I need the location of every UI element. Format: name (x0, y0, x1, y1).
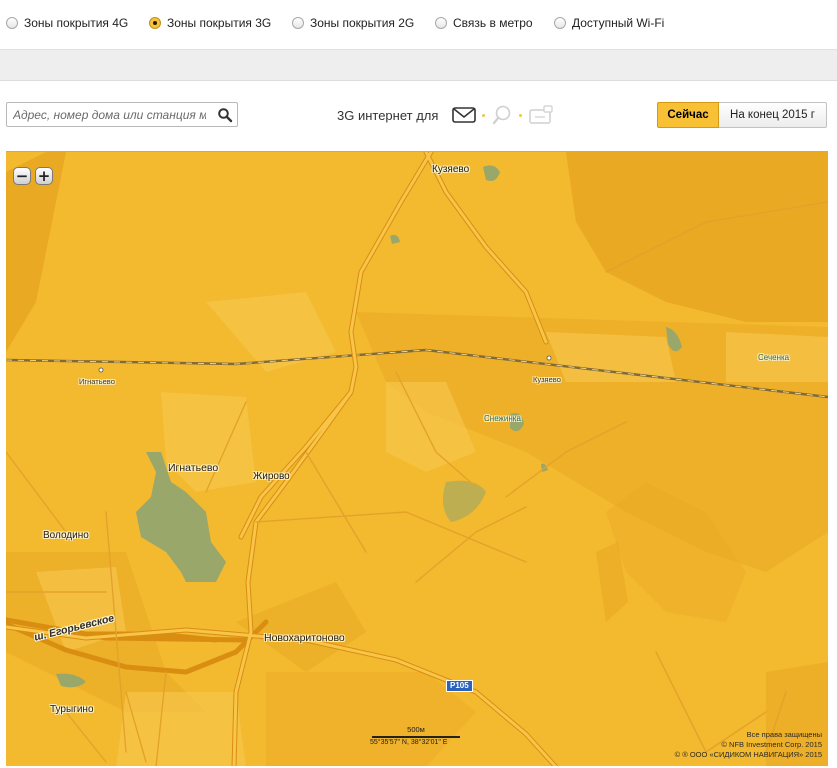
radio-icon[interactable] (435, 17, 447, 29)
town-label: Новохаритоново (264, 632, 345, 644)
radio-selected-icon[interactable] (149, 17, 161, 29)
zoom-in-label: + (37, 166, 51, 185)
copyright-line: Все права защищены (746, 730, 822, 739)
divider-band (0, 50, 837, 81)
tab-3g-label: Зоны покрытия 3G (167, 16, 272, 30)
tab-wifi[interactable]: Доступный Wi-Fi (554, 16, 664, 30)
tab-2g-label: Зоны покрытия 2G (310, 16, 415, 30)
now-button[interactable]: Сейчас (657, 102, 719, 128)
scale-label: 500м (407, 725, 425, 734)
tab-metro-label: Связь в метро (453, 16, 533, 30)
coverage-tabs: Зоны покрытия 4G Зоны покрытия 3G Зоны п… (0, 0, 837, 50)
search-box (6, 102, 238, 127)
town-label: Игнатьево (168, 462, 219, 474)
scale-bar: 500м 55°35'57" N, 38°32'01" E (370, 725, 462, 747)
coordinates-readout: 55°35'57" N, 38°32'01" E (370, 739, 448, 746)
time-toggle: Сейчас На конец 2015 г (657, 102, 827, 128)
coverage-map[interactable]: − + Кузяево Игнатьево Кузяево Сеченка Сн… (6, 151, 828, 766)
town-label: Володино (43, 530, 89, 541)
radio-icon[interactable] (6, 17, 18, 29)
tab-3g[interactable]: Зоны покрытия 3G (149, 16, 271, 30)
tab-metro[interactable]: Связь в метро (435, 16, 533, 30)
station-label: Кузяево (533, 375, 561, 384)
tab-4g-label: Зоны покрытия 4G (24, 16, 129, 30)
tab-wifi-label: Доступный Wi-Fi (572, 16, 665, 30)
end-2015-button[interactable]: На конец 2015 г (719, 102, 827, 128)
search-icon[interactable] (217, 107, 233, 123)
promo-label: 3G интернет для (337, 108, 439, 123)
map-canvas[interactable] (6, 152, 828, 766)
copyright-line: © NFB Investment Corp. 2015 (721, 740, 822, 749)
search-input[interactable] (7, 103, 212, 126)
route-badge: Р105 (446, 680, 473, 692)
town-label: Турыгино (50, 704, 94, 715)
search-icon[interactable] (491, 104, 513, 126)
zoom-in-button[interactable]: + (35, 167, 53, 185)
separator-dot (519, 113, 522, 117)
radio-icon[interactable] (554, 17, 566, 29)
mail-icon[interactable] (452, 106, 476, 124)
tv-icon[interactable] (528, 105, 554, 125)
station-label: Игнатьево (79, 377, 115, 386)
separator-dot (482, 113, 485, 117)
place-label: Кузяево (432, 164, 470, 175)
town-label: Жирово (253, 471, 290, 482)
tab-4g[interactable]: Зоны покрытия 4G (6, 16, 128, 30)
lake-label: Снежинка (484, 414, 521, 423)
tab-2g[interactable]: Зоны покрытия 2G (292, 16, 414, 30)
zoom-out-button[interactable]: − (13, 167, 31, 185)
promo-icons (452, 104, 554, 126)
copyright: Все права защищены © NFB Investment Corp… (675, 730, 822, 760)
scale-line (372, 736, 460, 738)
radio-icon[interactable] (292, 17, 304, 29)
zoom-out-label: − (15, 166, 29, 185)
place-label: Сеченка (758, 353, 790, 362)
copyright-line: © ® ООО «СИДИКОМ НАВИГАЦИЯ» 2015 (674, 750, 822, 759)
